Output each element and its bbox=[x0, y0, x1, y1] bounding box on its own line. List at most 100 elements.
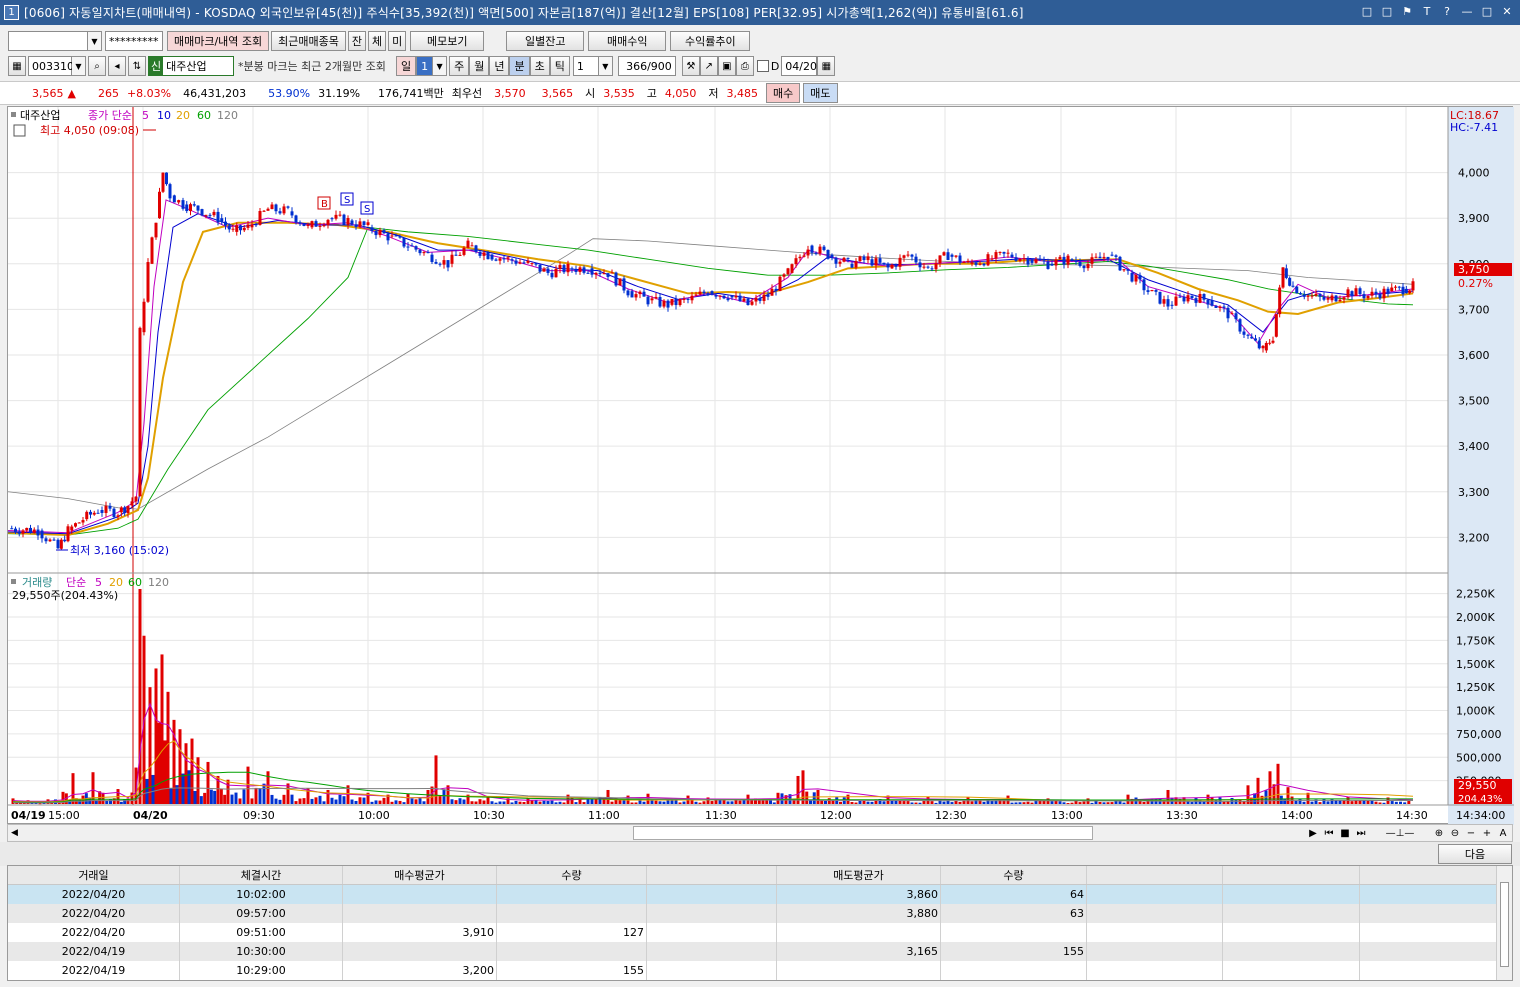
table-cell bbox=[647, 961, 777, 980]
chart-panel[interactable]: 4,0003,9003,8003,7003,6003,5003,4003,300… bbox=[7, 106, 1514, 825]
candle-body bbox=[1002, 251, 1006, 254]
return-trend-button[interactable]: 수익률추이 bbox=[670, 31, 751, 51]
font-icon[interactable]: T bbox=[1420, 4, 1434, 18]
scroll-left-icon[interactable]: ◀ bbox=[11, 828, 18, 838]
memo-view-button[interactable]: 메모보기 bbox=[410, 31, 485, 51]
trade-mark-query-button[interactable]: 매매마크/내역 조회 bbox=[167, 31, 270, 51]
screen-icon[interactable]: □ bbox=[1360, 4, 1374, 18]
date-input[interactable]: 04/20 bbox=[781, 56, 818, 76]
period-week-button[interactable]: 주 bbox=[449, 56, 470, 76]
scroll-thumb[interactable] bbox=[633, 826, 1093, 840]
sell-button[interactable]: 매도 bbox=[803, 83, 838, 103]
calendar-icon[interactable]: ▦ bbox=[817, 56, 836, 76]
volume-bar bbox=[326, 789, 330, 804]
header-buy-qty[interactable]: 수량 bbox=[497, 866, 647, 884]
interval-input[interactable]: 1 bbox=[572, 56, 599, 76]
chart-scrollbar[interactable]: ◀ ▶ ⏮ ■ ⏭ —⊥— ⊕ ⊖ − + A bbox=[7, 824, 1513, 842]
executed-button[interactable]: 체 bbox=[368, 31, 387, 51]
table-row[interactable]: 2022/04/20 09:51:00 3,910 127 bbox=[8, 923, 1512, 942]
save-icon[interactable]: ▣ bbox=[717, 56, 736, 76]
zoom-in-icon[interactable]: ⊕ bbox=[1432, 828, 1446, 839]
account-dropdown-icon[interactable]: ▼ bbox=[88, 31, 102, 51]
recent-trades-button[interactable]: 최근매매종목 bbox=[271, 31, 346, 51]
table-scrollbar[interactable] bbox=[1496, 866, 1512, 980]
header-buy-avg[interactable]: 매수평균가 bbox=[343, 866, 497, 884]
minimize-icon[interactable]: — bbox=[1460, 4, 1474, 18]
balance-button[interactable]: 잔 bbox=[347, 31, 367, 51]
period-month-button[interactable]: 월 bbox=[469, 56, 490, 76]
candle-body bbox=[1114, 255, 1118, 257]
count-input[interactable]: 366/900 bbox=[617, 56, 676, 76]
volume-bar bbox=[558, 801, 562, 804]
header-sell-qty[interactable]: 수량 bbox=[941, 866, 1087, 884]
table-cell bbox=[777, 961, 941, 980]
stop-icon[interactable]: ■ bbox=[1338, 828, 1352, 839]
zoom-out-icon[interactable]: ⊖ bbox=[1448, 828, 1462, 839]
password-field[interactable]: ********* bbox=[105, 31, 163, 51]
code-dropdown-icon[interactable]: ▼ bbox=[72, 56, 86, 76]
plus-icon[interactable]: + bbox=[1480, 828, 1494, 839]
candle-body bbox=[185, 204, 189, 212]
buy-button[interactable]: 매수 bbox=[766, 83, 801, 103]
table-row[interactable]: 2022/04/20 10:02:00 3,860 64 bbox=[8, 885, 1512, 904]
print-icon[interactable]: ⎙ bbox=[735, 56, 754, 76]
close-icon[interactable]: ✕ bbox=[1500, 4, 1514, 18]
pin-icon[interactable]: ⚑ bbox=[1400, 4, 1414, 18]
zoom-slider[interactable]: —⊥— bbox=[1370, 828, 1430, 839]
table-cell bbox=[647, 923, 777, 942]
account-input[interactable] bbox=[8, 31, 88, 51]
trade-profit-button[interactable]: 매매수익 bbox=[588, 31, 667, 51]
period-minute-button[interactable]: 분 bbox=[509, 56, 530, 76]
price-legend-name[interactable]: 대주산업 bbox=[20, 109, 60, 122]
scroll-right-icon[interactable]: ▶ bbox=[1306, 828, 1320, 839]
header-sell-avg[interactable]: 매도평균가 bbox=[777, 866, 941, 884]
volume-legend-name[interactable]: 거래량 bbox=[22, 576, 52, 589]
candle-icon[interactable]: ⚒ bbox=[681, 56, 700, 76]
d-checkbox[interactable] bbox=[756, 60, 769, 72]
volume-bar bbox=[119, 801, 123, 804]
table-row[interactable]: 2022/04/19 10:29:00 3,200 155 bbox=[8, 961, 1512, 980]
unexecuted-button[interactable]: 미 bbox=[388, 31, 407, 51]
candle-body bbox=[165, 172, 168, 185]
volume-bar bbox=[522, 802, 526, 804]
candle-body bbox=[702, 291, 706, 294]
period-year-button[interactable]: 년 bbox=[489, 56, 510, 76]
next-button[interactable]: 다음 bbox=[1438, 844, 1512, 864]
stock-name-field[interactable]: 신 대주산업 bbox=[148, 56, 234, 76]
rewind-icon[interactable]: ⏮ bbox=[1322, 828, 1336, 839]
chart-type-icon[interactable]: ▦ bbox=[8, 56, 26, 76]
speaker-icon[interactable]: ◂ bbox=[108, 56, 126, 76]
help-icon[interactable]: ? bbox=[1440, 4, 1454, 18]
volume-bar bbox=[474, 801, 478, 804]
maximize-icon[interactable]: □ bbox=[1480, 4, 1494, 18]
search-icon[interactable]: ⌕ bbox=[88, 56, 106, 76]
table-row[interactable]: 2022/04/19 10:30:00 3,165 155 bbox=[8, 942, 1512, 961]
grid-table-icon[interactable] bbox=[13, 124, 26, 137]
stock-code-input[interactable]: 003310 bbox=[28, 56, 74, 76]
header-trade-date[interactable]: 거래일 bbox=[8, 866, 180, 884]
draw-icon[interactable]: ↗ bbox=[699, 56, 718, 76]
table-row[interactable]: 2022/04/20 09:57:00 3,880 63 bbox=[8, 904, 1512, 923]
font-size-icon[interactable]: A bbox=[1496, 828, 1510, 839]
candle-body bbox=[830, 254, 834, 258]
interval-dropdown-icon[interactable]: ▼ bbox=[598, 56, 613, 76]
volume-bar bbox=[450, 799, 454, 804]
arrow-up-down-icon[interactable]: ⇅ bbox=[128, 56, 146, 76]
period-dropdown-icon[interactable]: ▼ bbox=[433, 56, 448, 76]
volume-bar bbox=[606, 789, 610, 804]
daily-balance-button[interactable]: 일별잔고 bbox=[506, 31, 585, 51]
price-volume-chart[interactable]: 4,0003,9003,8003,7003,6003,5003,4003,300… bbox=[8, 107, 1514, 825]
period-value-button[interactable]: 1 bbox=[416, 56, 434, 76]
minus-icon[interactable]: − bbox=[1464, 828, 1478, 839]
header-exec-time[interactable]: 체결시간 bbox=[180, 866, 343, 884]
screen2-icon[interactable]: □ bbox=[1380, 4, 1394, 18]
volume-bar bbox=[1014, 802, 1018, 804]
period-day-button[interactable]: 일 bbox=[395, 56, 417, 76]
candle-body bbox=[642, 291, 646, 297]
volume-bar bbox=[1090, 802, 1094, 804]
period-second-button[interactable]: 초 bbox=[529, 56, 550, 76]
period-tick-button[interactable]: 틱 bbox=[549, 56, 570, 76]
candle-body bbox=[386, 233, 390, 241]
table-scroll-thumb[interactable] bbox=[1500, 882, 1509, 967]
forward-icon[interactable]: ⏭ bbox=[1354, 828, 1368, 839]
